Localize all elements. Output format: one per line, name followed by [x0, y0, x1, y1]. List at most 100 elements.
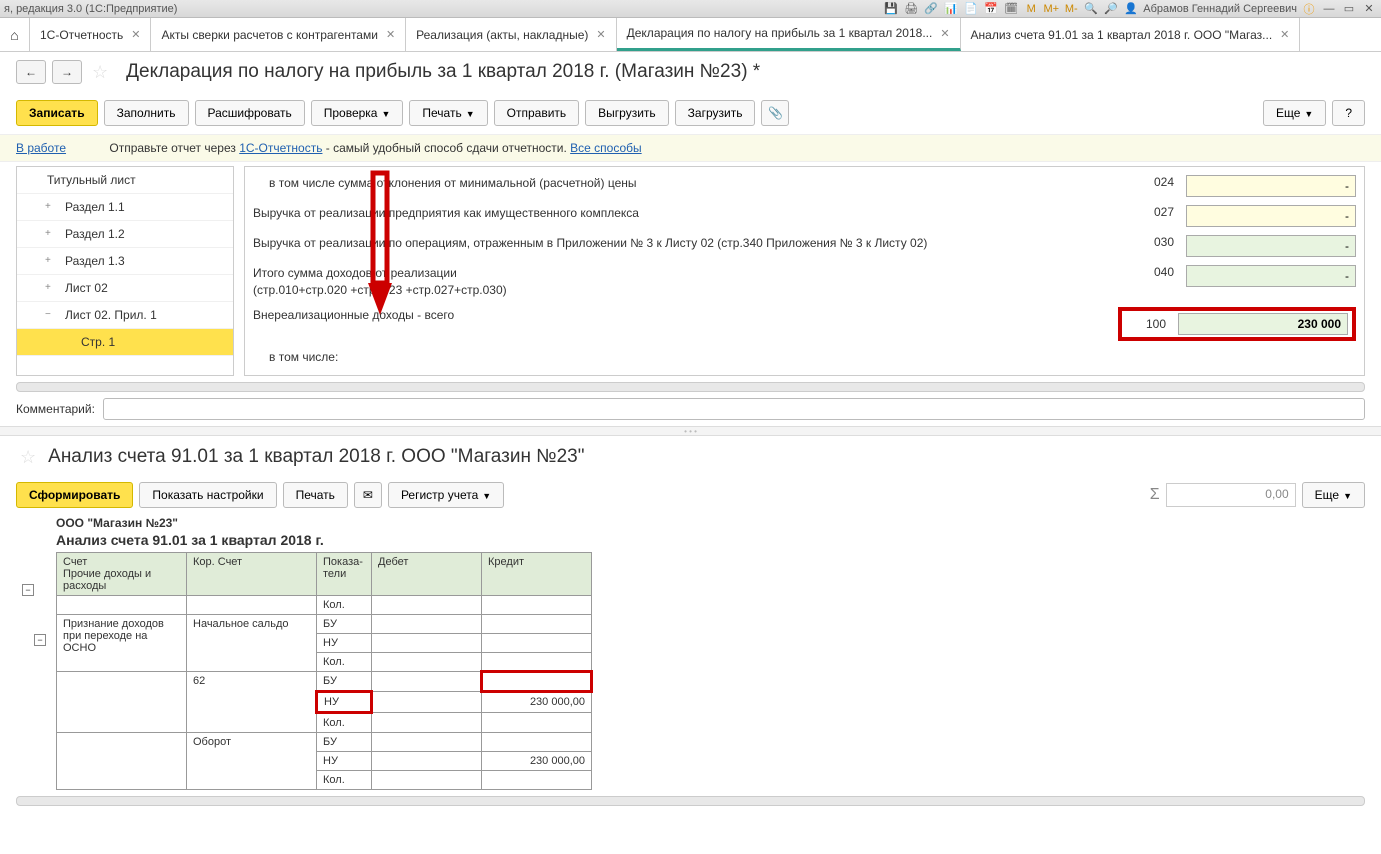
- mplus-icon[interactable]: M+: [1043, 1, 1059, 17]
- pane-divider[interactable]: • • •: [0, 426, 1381, 436]
- zoom-out-icon[interactable]: 🔎: [1103, 1, 1119, 17]
- horizontal-scrollbar[interactable]: [16, 796, 1365, 806]
- show-settings-button[interactable]: Показать настройки: [139, 482, 276, 508]
- close-icon[interactable]: ✕: [596, 28, 605, 41]
- help-button[interactable]: ?: [1332, 100, 1365, 126]
- report-wrap: − − ООО "Магазин №23" Анализ счета 91.01…: [0, 512, 1381, 794]
- form-row-highlighted: Внереализационные доходы - всего 100: [253, 303, 1356, 345]
- row-code: 030: [1134, 235, 1174, 249]
- table-row[interactable]: Признание доходов при переходе на ОСНОНа…: [57, 615, 592, 634]
- print-report-button[interactable]: Печать: [283, 482, 348, 508]
- home-tab[interactable]: ⌂: [0, 18, 30, 51]
- expand-icon[interactable]: +: [45, 282, 51, 293]
- cell: Признание доходов при переходе на ОСНО: [57, 615, 187, 672]
- close-icon[interactable]: ✕: [1361, 1, 1377, 17]
- tree-item-sheet-02-app1[interactable]: −Лист 02. Прил. 1: [17, 302, 233, 329]
- section-tree[interactable]: Титульный лист +Раздел 1.1 +Раздел 1.2 +…: [16, 166, 234, 376]
- reporting-link[interactable]: 1С-Отчетность: [239, 141, 322, 155]
- print-button[interactable]: Печать▼: [409, 100, 487, 126]
- tab-declaration[interactable]: Декларация по налогу на прибыль за 1 ква…: [617, 18, 961, 51]
- paperclip-icon: 📎: [768, 106, 783, 120]
- cell: Кол.: [317, 596, 372, 615]
- more-button[interactable]: Еще▼: [1263, 100, 1326, 126]
- back-button[interactable]: ←: [16, 60, 46, 84]
- comment-input[interactable]: [103, 398, 1365, 420]
- send-button[interactable]: Отправить: [494, 100, 580, 126]
- collapse-icon[interactable]: −: [45, 309, 51, 320]
- tree-item-sheet-02[interactable]: +Лист 02: [17, 275, 233, 302]
- grid-icon[interactable]: 🗓: [1003, 1, 1019, 17]
- app-titlebar: я, редакция 3.0 (1С:Предприятие) 💾 🖨 🔗 📊…: [0, 0, 1381, 18]
- mail-icon: ✉: [363, 488, 373, 502]
- row-input[interactable]: [1186, 205, 1356, 227]
- row-input[interactable]: [1178, 313, 1348, 335]
- cell: Кол.: [317, 771, 372, 790]
- horizontal-scrollbar[interactable]: [16, 382, 1365, 392]
- more-report-button[interactable]: Еще▼: [1302, 482, 1365, 508]
- tree-item-section-1-1[interactable]: +Раздел 1.1: [17, 194, 233, 221]
- user-icon[interactable]: 👤: [1123, 1, 1139, 17]
- check-button[interactable]: Проверка▼: [311, 100, 404, 126]
- close-icon[interactable]: ✕: [131, 28, 140, 41]
- doc-icon[interactable]: 📄: [963, 1, 979, 17]
- expand-icon[interactable]: +: [45, 255, 51, 266]
- register-button[interactable]: Регистр учета▼: [388, 482, 504, 508]
- form-row: в том числе сумма отклонения от минималь…: [253, 171, 1356, 201]
- tree-item-section-1-3[interactable]: +Раздел 1.3: [17, 248, 233, 275]
- row-input[interactable]: [1186, 235, 1356, 257]
- forward-button[interactable]: →: [52, 60, 82, 84]
- m-icon[interactable]: M: [1023, 1, 1039, 17]
- import-button[interactable]: Загрузить: [675, 100, 756, 126]
- tab-reporting[interactable]: 1С-Отчетность✕: [30, 18, 151, 51]
- save-button[interactable]: Записать: [16, 100, 98, 126]
- close-icon[interactable]: ✕: [1280, 28, 1289, 41]
- row-code: 040: [1134, 265, 1174, 279]
- info-text1: Отправьте отчет через: [109, 141, 239, 155]
- print-icon[interactable]: 🖨: [903, 1, 919, 17]
- all-methods-link[interactable]: Все способы: [570, 141, 642, 155]
- expand-icon[interactable]: +: [45, 228, 51, 239]
- attach-button[interactable]: 📎: [761, 100, 789, 126]
- close-icon[interactable]: ✕: [940, 27, 949, 40]
- row-input[interactable]: [1186, 265, 1356, 287]
- fill-button[interactable]: Заполнить: [104, 100, 189, 126]
- mail-button[interactable]: ✉: [354, 482, 382, 508]
- collapse-toggle[interactable]: −: [34, 634, 46, 646]
- minimize-icon[interactable]: —: [1321, 1, 1337, 17]
- table-row[interactable]: 62БУ: [57, 672, 592, 692]
- calendar-icon[interactable]: 📅: [983, 1, 999, 17]
- status-link[interactable]: В работе: [16, 141, 66, 155]
- favorite-icon[interactable]: ☆: [92, 62, 108, 83]
- tab-acts[interactable]: Акты сверки расчетов с контрагентами✕: [151, 18, 406, 51]
- tab-analysis[interactable]: Анализ счета 91.01 за 1 квартал 2018 г. …: [961, 18, 1301, 51]
- tree-item-title[interactable]: Титульный лист: [17, 167, 233, 194]
- maximize-icon[interactable]: ▭: [1341, 1, 1357, 17]
- cell: БУ: [317, 672, 372, 692]
- favorite-icon[interactable]: ☆: [20, 447, 36, 468]
- page-title: Декларация по налогу на прибыль за 1 ква…: [126, 61, 760, 83]
- generate-button[interactable]: Сформировать: [16, 482, 133, 508]
- report-org: ООО "Магазин №23": [56, 516, 593, 530]
- expand-icon[interactable]: +: [45, 201, 51, 212]
- collapse-toggle[interactable]: −: [22, 584, 34, 596]
- row-input[interactable]: [1186, 175, 1356, 197]
- tree-item-page-1[interactable]: Стр. 1: [17, 329, 233, 356]
- link-icon[interactable]: 🔗: [923, 1, 939, 17]
- tab-realization[interactable]: Реализация (акты, накладные)✕: [406, 18, 616, 51]
- calc-icon[interactable]: 📊: [943, 1, 959, 17]
- info-icon[interactable]: ⓘ: [1301, 1, 1317, 17]
- save-icon[interactable]: 💾: [883, 1, 899, 17]
- form-content[interactable]: в том числе сумма отклонения от минималь…: [244, 166, 1365, 376]
- mminus-icon[interactable]: M-: [1063, 1, 1079, 17]
- zoom-in-icon[interactable]: 🔍: [1083, 1, 1099, 17]
- form-row: Выручка от реализации по операциям, отра…: [253, 231, 1356, 261]
- export-button[interactable]: Выгрузить: [585, 100, 669, 126]
- decrypt-button[interactable]: Расшифровать: [195, 100, 305, 126]
- cell: НУ: [317, 634, 372, 653]
- tree-item-section-1-2[interactable]: +Раздел 1.2: [17, 221, 233, 248]
- cell: [57, 596, 187, 615]
- table-row[interactable]: ОборотБУ: [57, 733, 592, 752]
- info-text2: - самый удобный способ сдачи отчетности.: [322, 141, 570, 155]
- table-row[interactable]: Кол.: [57, 596, 592, 615]
- close-icon[interactable]: ✕: [386, 28, 395, 41]
